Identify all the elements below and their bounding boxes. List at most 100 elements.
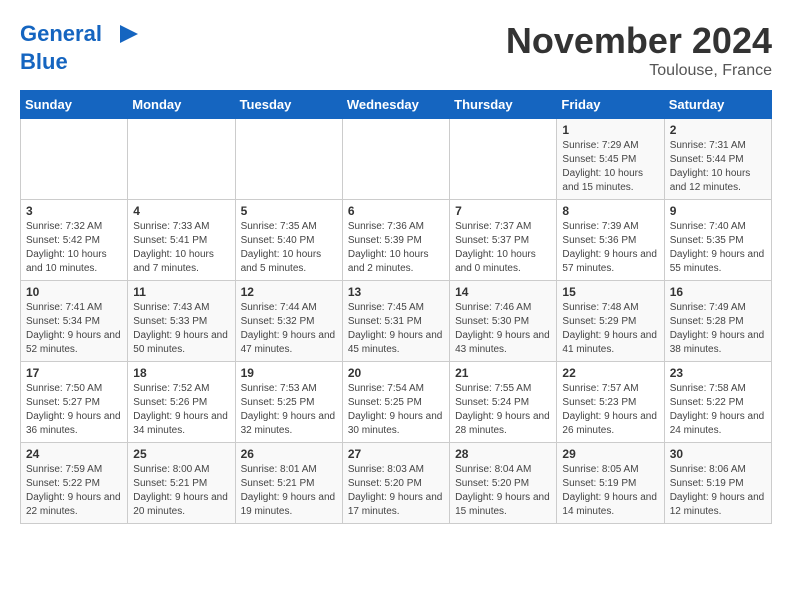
day-number: 15 [562, 285, 658, 299]
day-info: Sunrise: 7:55 AMSunset: 5:24 PMDaylight:… [455, 382, 551, 438]
day-info: Sunrise: 8:05 AMSunset: 5:19 PMDaylight:… [562, 463, 658, 519]
day-number: 19 [241, 366, 337, 380]
subtitle: Toulouse, France [506, 62, 772, 80]
day-info: Sunrise: 7:57 AMSunset: 5:23 PMDaylight:… [562, 382, 658, 438]
day-info: Sunrise: 8:01 AMSunset: 5:21 PMDaylight:… [241, 463, 337, 519]
week-row-1: 3 Sunrise: 7:32 AMSunset: 5:42 PMDaylight… [21, 200, 772, 281]
day-number: 22 [562, 366, 658, 380]
day-number: 26 [241, 447, 337, 461]
week-row-3: 17 Sunrise: 7:50 AMSunset: 5:27 PMDayligh… [21, 362, 772, 443]
calendar-cell: 28Sunrise: 8:04 AMSunset: 5:20 PMDayligh… [450, 443, 557, 524]
weekday-thursday: Thursday [450, 91, 557, 119]
day-number: 30 [670, 447, 766, 461]
calendar-cell: 10 Sunrise: 7:41 AMSunset: 5:34 PMDayligh… [21, 281, 128, 362]
day-number: 6 [348, 204, 444, 218]
day-info: Sunrise: 7:31 AMSunset: 5:44 PMDaylight:… [670, 139, 766, 195]
calendar-cell: 5 Sunrise: 7:35 AMSunset: 5:40 PMDaylight… [235, 200, 342, 281]
calendar-cell: 9 Sunrise: 7:40 AMSunset: 5:35 PMDaylight… [664, 200, 771, 281]
day-info: Sunrise: 8:00 AMSunset: 5:21 PMDaylight:… [133, 463, 229, 519]
weekday-wednesday: Wednesday [342, 91, 449, 119]
logo-blue: Blue [20, 50, 140, 74]
calendar-cell: 23 Sunrise: 7:58 AMSunset: 5:22 PMDayligh… [664, 362, 771, 443]
day-info: Sunrise: 7:29 AMSunset: 5:45 PMDaylight:… [562, 139, 658, 195]
day-number: 18 [133, 366, 229, 380]
day-number: 4 [133, 204, 229, 218]
calendar-cell: 16 Sunrise: 7:49 AMSunset: 5:28 PMDayligh… [664, 281, 771, 362]
day-number: 28 [455, 447, 551, 461]
day-number: 10 [26, 285, 122, 299]
day-number: 2 [670, 123, 766, 137]
calendar-cell: 4Sunrise: 7:33 AMSunset: 5:41 PMDaylight… [128, 200, 235, 281]
calendar-cell: 26 Sunrise: 8:01 AMSunset: 5:21 PMDayligh… [235, 443, 342, 524]
day-number: 29 [562, 447, 658, 461]
day-info: Sunrise: 8:06 AMSunset: 5:19 PMDaylight:… [670, 463, 766, 519]
weekday-row: Sunday Monday Tuesday Wednesday Thursday… [21, 91, 772, 119]
calendar-table: Sunday Monday Tuesday Wednesday Thursday… [20, 90, 772, 524]
weekday-tuesday: Tuesday [235, 91, 342, 119]
day-number: 3 [26, 204, 122, 218]
calendar-cell [21, 119, 128, 200]
calendar-cell [450, 119, 557, 200]
day-number: 5 [241, 204, 337, 218]
day-number: 8 [562, 204, 658, 218]
calendar-cell: 1 Sunrise: 7:29 AMSunset: 5:45 PMDaylight… [557, 119, 664, 200]
weekday-sunday: Sunday [21, 91, 128, 119]
week-row-2: 10 Sunrise: 7:41 AMSunset: 5:34 PMDayligh… [21, 281, 772, 362]
day-info: Sunrise: 7:49 AMSunset: 5:28 PMDaylight:… [670, 301, 766, 357]
day-info: Sunrise: 7:40 AMSunset: 5:35 PMDaylight:… [670, 220, 766, 276]
calendar-cell [342, 119, 449, 200]
calendar-cell: 27Sunrise: 8:03 AMSunset: 5:20 PMDayligh… [342, 443, 449, 524]
day-number: 23 [670, 366, 766, 380]
day-info: Sunrise: 7:39 AMSunset: 5:36 PMDaylight:… [562, 220, 658, 276]
day-number: 24 [26, 447, 122, 461]
day-info: Sunrise: 7:41 AMSunset: 5:34 PMDaylight:… [26, 301, 122, 357]
calendar-cell: 17 Sunrise: 7:50 AMSunset: 5:27 PMDayligh… [21, 362, 128, 443]
page-header: General Blue November 2024 Toulouse, Fra… [20, 20, 772, 80]
calendar-cell: 14Sunrise: 7:46 AMSunset: 5:30 PMDayligh… [450, 281, 557, 362]
calendar-cell: 2 Sunrise: 7:31 AMSunset: 5:44 PMDaylight… [664, 119, 771, 200]
calendar-cell: 6 Sunrise: 7:36 AMSunset: 5:39 PMDaylight… [342, 200, 449, 281]
weekday-monday: Monday [128, 91, 235, 119]
day-info: Sunrise: 7:50 AMSunset: 5:27 PMDaylight:… [26, 382, 122, 438]
calendar-cell: 30 Sunrise: 8:06 AMSunset: 5:19 PMDayligh… [664, 443, 771, 524]
day-number: 14 [455, 285, 551, 299]
day-info: Sunrise: 7:35 AMSunset: 5:40 PMDaylight:… [241, 220, 337, 276]
calendar-cell [235, 119, 342, 200]
day-info: Sunrise: 7:44 AMSunset: 5:32 PMDaylight:… [241, 301, 337, 357]
day-number: 20 [348, 366, 444, 380]
calendar-cell: 29 Sunrise: 8:05 AMSunset: 5:19 PMDayligh… [557, 443, 664, 524]
day-info: Sunrise: 7:58 AMSunset: 5:22 PMDaylight:… [670, 382, 766, 438]
calendar-cell: 13Sunrise: 7:45 AMSunset: 5:31 PMDayligh… [342, 281, 449, 362]
weekday-friday: Friday [557, 91, 664, 119]
day-number: 7 [455, 204, 551, 218]
day-info: Sunrise: 7:32 AMSunset: 5:42 PMDaylight:… [26, 220, 122, 276]
calendar-cell: 21Sunrise: 7:55 AMSunset: 5:24 PMDayligh… [450, 362, 557, 443]
day-number: 16 [670, 285, 766, 299]
day-info: Sunrise: 7:37 AMSunset: 5:37 PMDaylight:… [455, 220, 551, 276]
calendar-cell: 19Sunrise: 7:53 AMSunset: 5:25 PMDayligh… [235, 362, 342, 443]
day-number: 9 [670, 204, 766, 218]
day-info: Sunrise: 7:54 AMSunset: 5:25 PMDaylight:… [348, 382, 444, 438]
calendar-cell: 24Sunrise: 7:59 AMSunset: 5:22 PMDayligh… [21, 443, 128, 524]
week-row-0: 1 Sunrise: 7:29 AMSunset: 5:45 PMDaylight… [21, 119, 772, 200]
calendar-cell: 15Sunrise: 7:48 AMSunset: 5:29 PMDayligh… [557, 281, 664, 362]
day-info: Sunrise: 7:43 AMSunset: 5:33 PMDaylight:… [133, 301, 229, 357]
day-number: 17 [26, 366, 122, 380]
day-number: 1 [562, 123, 658, 137]
calendar-cell: 7 Sunrise: 7:37 AMSunset: 5:37 PMDaylight… [450, 200, 557, 281]
day-info: Sunrise: 7:36 AMSunset: 5:39 PMDaylight:… [348, 220, 444, 276]
day-number: 25 [133, 447, 229, 461]
day-info: Sunrise: 8:03 AMSunset: 5:20 PMDaylight:… [348, 463, 444, 519]
calendar-header: Sunday Monday Tuesday Wednesday Thursday… [21, 91, 772, 119]
title-block: November 2024 Toulouse, France [506, 20, 772, 80]
calendar-cell [128, 119, 235, 200]
day-info: Sunrise: 7:52 AMSunset: 5:26 PMDaylight:… [133, 382, 229, 438]
logo: General Blue [20, 20, 140, 74]
day-number: 11 [133, 285, 229, 299]
calendar-cell: 3 Sunrise: 7:32 AMSunset: 5:42 PMDaylight… [21, 200, 128, 281]
calendar-cell: 18 Sunrise: 7:52 AMSunset: 5:26 PMDayligh… [128, 362, 235, 443]
week-row-4: 24Sunrise: 7:59 AMSunset: 5:22 PMDayligh… [21, 443, 772, 524]
calendar-cell: 22 Sunrise: 7:57 AMSunset: 5:23 PMDayligh… [557, 362, 664, 443]
calendar-body: 1 Sunrise: 7:29 AMSunset: 5:45 PMDaylight… [21, 119, 772, 524]
calendar-cell: 12Sunrise: 7:44 AMSunset: 5:32 PMDayligh… [235, 281, 342, 362]
